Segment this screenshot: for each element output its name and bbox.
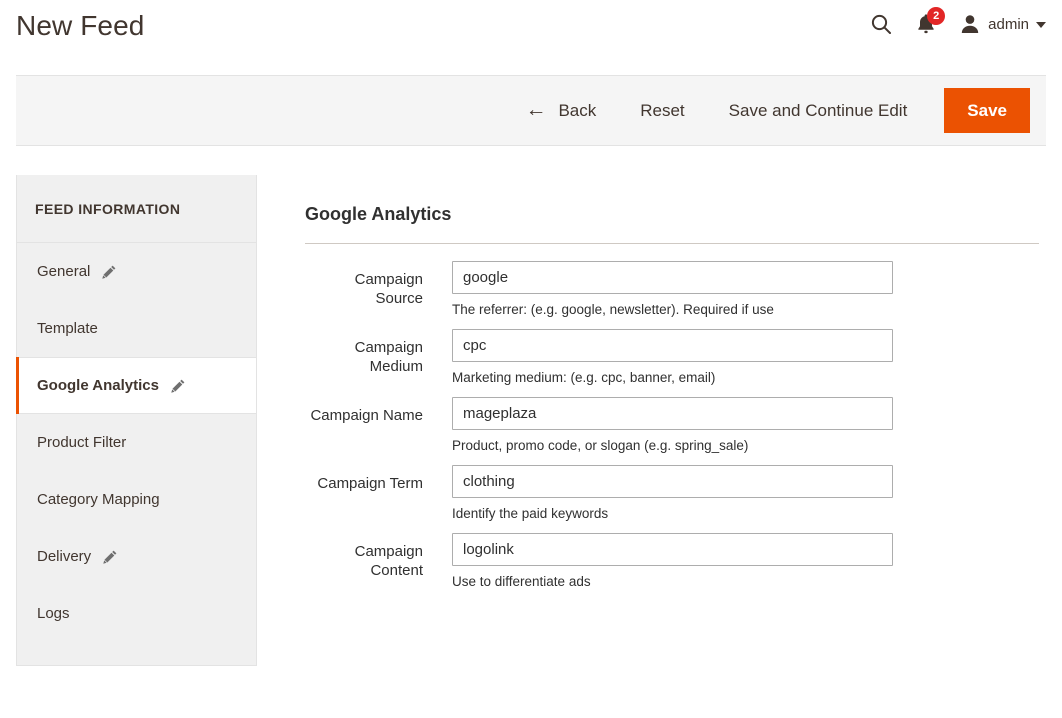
reset-button[interactable]: Reset xyxy=(618,91,706,131)
sidebar-item-delivery[interactable]: Delivery xyxy=(17,528,256,585)
section-divider xyxy=(305,243,1039,244)
campaign-content-input[interactable] xyxy=(452,533,893,566)
page-header: New Feed 2 admin xyxy=(0,0,1062,58)
pencil-icon xyxy=(171,379,185,393)
back-button[interactable]: ← Back xyxy=(503,91,618,131)
chevron-down-icon xyxy=(1036,22,1046,28)
field-note: Marketing medium: (e.g. cpc, banner, ema… xyxy=(452,370,716,385)
sidebar-item-template[interactable]: Template xyxy=(17,300,256,357)
arrow-left-icon: ← xyxy=(525,98,547,121)
notifications-button[interactable]: 2 xyxy=(912,7,946,38)
pencil-icon xyxy=(103,550,117,564)
field-label: Campaign Name xyxy=(310,407,423,424)
field-note: The referrer: (e.g. google, newsletter).… xyxy=(452,302,774,317)
field-control: Identify the paid keywords xyxy=(452,465,893,522)
sidebar-item-google-analytics[interactable]: Google Analytics xyxy=(16,357,256,414)
field-label: Campaign Content xyxy=(354,543,423,579)
sidebar-item-label: General xyxy=(37,263,91,280)
section-title: Google Analytics xyxy=(305,204,452,224)
field-campaign-term: Campaign Term Identify the paid keywords xyxy=(305,465,1039,522)
user-menu[interactable]: admin xyxy=(959,13,1046,35)
sidebar-item-label: Template xyxy=(37,320,98,337)
save-and-continue-edit-label: Save and Continue Edit xyxy=(728,100,908,120)
sidebar-item-label: Google Analytics xyxy=(37,377,159,394)
campaign-medium-input[interactable] xyxy=(452,329,893,362)
field-campaign-name: Campaign Name Product, promo code, or sl… xyxy=(305,397,1039,454)
field-control: Marketing medium: (e.g. cpc, banner, ema… xyxy=(452,329,893,386)
sidebar-title: FEED INFORMATION xyxy=(17,175,256,243)
sidebar-item-label: Delivery xyxy=(37,548,92,565)
field-label: Campaign Term xyxy=(317,475,423,492)
search-icon[interactable] xyxy=(869,12,893,36)
sidebar-item-label: Logs xyxy=(37,605,70,622)
back-button-label: Back xyxy=(558,100,597,120)
field-note: Product, promo code, or slogan (e.g. spr… xyxy=(452,438,749,453)
sidebar-item-label: Category Mapping xyxy=(37,491,160,508)
sidebar-items: General Template Google Analytics Produc… xyxy=(16,243,256,642)
reset-button-label: Reset xyxy=(640,100,685,120)
google-analytics-form: Google Analytics Campaign Source The ref… xyxy=(305,204,1039,601)
save-and-continue-edit-button[interactable]: Save and Continue Edit xyxy=(707,91,930,131)
campaign-term-input[interactable] xyxy=(452,465,893,498)
user-avatar-icon xyxy=(961,15,979,33)
field-label: Campaign Medium xyxy=(354,339,423,375)
sidebar-item-label: Product Filter xyxy=(37,434,127,451)
page-title: New Feed xyxy=(16,10,145,41)
save-button[interactable]: Save xyxy=(944,88,1030,133)
page-actions-toolbar: ← Back Reset Save and Continue Edit Save xyxy=(16,75,1046,146)
field-control: Use to differentiate ads xyxy=(452,533,893,590)
sidebar-item-category-mapping[interactable]: Category Mapping xyxy=(17,471,256,528)
notification-count-badge: 2 xyxy=(927,7,946,25)
campaign-source-input[interactable] xyxy=(452,261,893,294)
sidebar-item-general[interactable]: General xyxy=(17,243,256,300)
field-control: The referrer: (e.g. google, newsletter).… xyxy=(452,261,893,318)
user-name: admin xyxy=(988,15,1029,33)
field-note: Identify the paid keywords xyxy=(452,506,609,521)
pencil-icon xyxy=(102,265,116,279)
campaign-name-input[interactable] xyxy=(452,397,893,430)
header-tools: 2 admin xyxy=(869,7,1046,40)
field-campaign-source: Campaign Source The referrer: (e.g. goog… xyxy=(305,261,1039,318)
field-label: Campaign Source xyxy=(354,271,423,307)
field-control: Product, promo code, or slogan (e.g. spr… xyxy=(452,397,893,454)
feed-information-sidebar: FEED INFORMATION General Template Google… xyxy=(16,175,257,666)
field-note: Use to differentiate ads xyxy=(452,574,591,589)
field-campaign-content: Campaign Content Use to differentiate ad… xyxy=(305,533,1039,590)
sidebar-item-logs[interactable]: Logs xyxy=(17,585,256,642)
sidebar-item-product-filter[interactable]: Product Filter xyxy=(17,414,256,471)
page-body: FEED INFORMATION General Template Google… xyxy=(0,146,1062,718)
field-campaign-medium: Campaign Medium Marketing medium: (e.g. … xyxy=(305,329,1039,386)
